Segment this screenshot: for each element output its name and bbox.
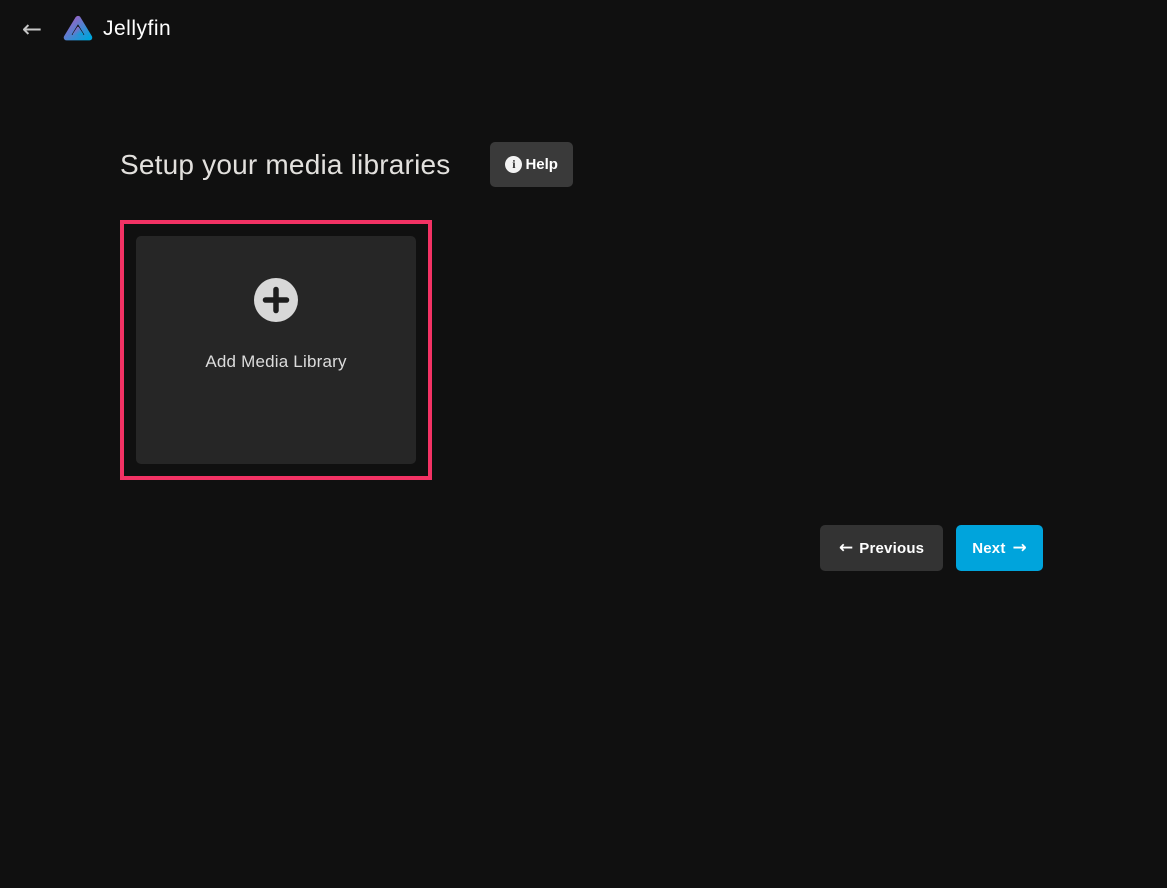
help-button-label: Help bbox=[525, 156, 558, 173]
add-media-library-card[interactable]: Add Media Library bbox=[136, 236, 416, 464]
help-button[interactable]: i Help bbox=[490, 142, 573, 187]
next-button[interactable]: Next → bbox=[956, 525, 1043, 571]
next-button-label: Next bbox=[972, 540, 1005, 557]
add-library-card-focus-ring: Add Media Library bbox=[120, 220, 432, 480]
jellyfin-logo: Jellyfin bbox=[62, 13, 171, 45]
previous-button-label: Previous bbox=[859, 540, 924, 557]
add-media-library-label: Add Media Library bbox=[205, 352, 346, 372]
wizard-actions: ← Previous Next → bbox=[120, 525, 1043, 571]
back-button[interactable]: ← bbox=[10, 7, 54, 51]
page-title: Setup your media libraries bbox=[120, 149, 450, 181]
setup-wizard-page: Setup your media libraries i Help Add Me… bbox=[0, 58, 1167, 571]
app-title: Jellyfin bbox=[103, 17, 171, 41]
jellyfin-logo-icon bbox=[62, 13, 94, 45]
arrow-left-icon: ← bbox=[839, 540, 853, 557]
previous-button[interactable]: ← Previous bbox=[820, 525, 943, 571]
arrow-right-icon: → bbox=[1013, 540, 1027, 557]
plus-icon[interactable] bbox=[254, 278, 298, 322]
heading-row: Setup your media libraries i Help bbox=[120, 142, 1043, 187]
info-icon: i bbox=[505, 156, 522, 173]
back-arrow-icon: ← bbox=[22, 17, 42, 41]
top-bar: ← Jellyfin bbox=[0, 0, 1167, 58]
